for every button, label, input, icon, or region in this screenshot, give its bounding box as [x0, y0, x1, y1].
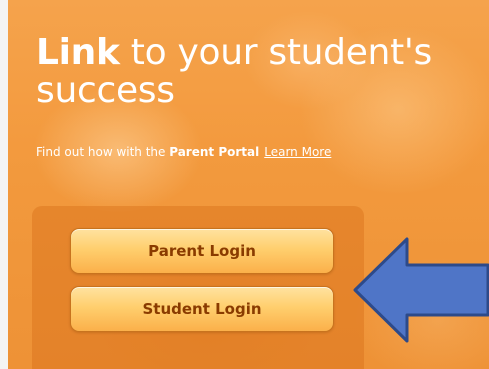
hero-tagline: Find out how with the Parent Portal Learn… [36, 144, 476, 160]
page-canvas: Link to your student's success Find out … [0, 0, 489, 369]
tagline-prefix: Find out how with the [36, 145, 170, 159]
tagline-portal-name: Parent Portal [169, 145, 260, 159]
learn-more-link[interactable]: Learn More [264, 145, 331, 159]
left-arrow-icon [353, 237, 489, 343]
headline-strong-text: Link [36, 32, 120, 73]
student-login-button[interactable]: Student Login [70, 286, 334, 332]
hero-headline: Link to your student's success [36, 34, 456, 110]
parent-login-button[interactable]: Parent Login [70, 228, 334, 274]
